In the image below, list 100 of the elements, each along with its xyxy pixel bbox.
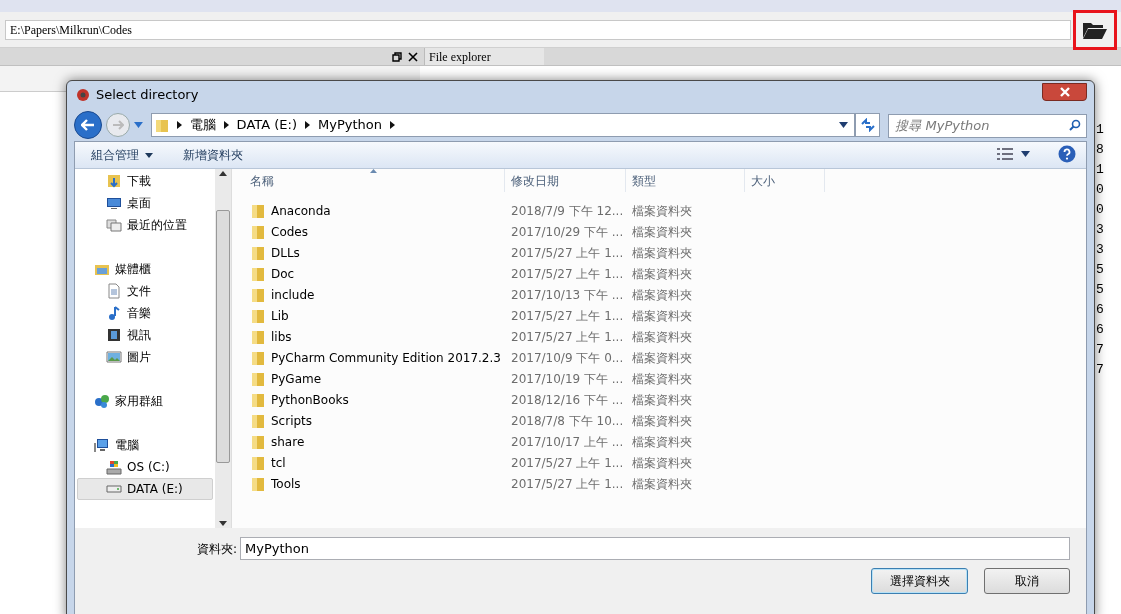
modified-date: 2017/10/19 下午 ... [510, 370, 625, 388]
scrollbar[interactable] [215, 169, 231, 528]
nav-item[interactable]: 圖片 [77, 346, 213, 368]
chevron-icon[interactable] [176, 121, 182, 129]
table-cell-text: 3 [1096, 221, 1104, 239]
file-type: 檔案資料夾 [631, 328, 693, 346]
file-type: 檔案資料夾 [631, 454, 693, 472]
close-button[interactable] [1042, 83, 1087, 101]
file-type: 檔案資料夾 [631, 433, 693, 451]
file-name[interactable]: Lib [271, 306, 289, 325]
help-icon[interactable] [1058, 145, 1076, 163]
view-list-icon[interactable] [997, 148, 1013, 160]
file-name[interactable]: tcl [271, 453, 286, 472]
breadcrumb[interactable]: MyPython [317, 115, 382, 135]
folder-icon [251, 349, 265, 366]
file-name[interactable]: PythonBooks [271, 390, 349, 409]
toolbar-button[interactable]: 組合管理 [91, 146, 153, 164]
nav-item[interactable]: 媒體櫃 [77, 258, 213, 280]
file-type: 檔案資料夾 [631, 202, 693, 220]
nav-item[interactable]: 文件 [77, 280, 213, 302]
table-cell-text: 3 [1096, 241, 1104, 259]
file-name[interactable]: Anaconda [271, 201, 331, 220]
column-header[interactable]: 類型 [626, 169, 745, 192]
file-type: 檔案資料夾 [631, 286, 693, 304]
folder-icon [251, 328, 265, 345]
file-name[interactable]: include [271, 285, 315, 304]
nav-item[interactable]: OS (C:) [77, 456, 213, 478]
folder-icon [251, 202, 265, 219]
folder-icon [251, 391, 265, 408]
file-name[interactable]: Tools [271, 474, 301, 493]
file-type: 檔案資料夾 [631, 412, 693, 430]
desktop-icon [106, 195, 122, 211]
file-name[interactable]: PyGame [271, 369, 322, 388]
folder-icon [251, 265, 265, 282]
address-bar[interactable]: 電腦 DATA (E:) MyPython [150, 113, 855, 137]
nav-item[interactable]: 桌面 [77, 192, 213, 214]
file-name[interactable]: libs [271, 327, 292, 346]
table-cell-text: 1 [1096, 121, 1104, 139]
toolbar-button[interactable]: 新增資料夾 [183, 146, 243, 164]
file-name[interactable]: Doc [271, 264, 295, 283]
column-header[interactable]: 修改日期 [505, 169, 626, 192]
file-type: 檔案資料夾 [631, 223, 693, 241]
homegroup-icon [94, 393, 110, 409]
column-header[interactable]: 大小 [745, 169, 825, 192]
video-icon [106, 327, 122, 343]
file-name[interactable]: DLLs [271, 243, 300, 262]
table-cell-text: 0 [1096, 201, 1104, 219]
dropdown-icon[interactable] [838, 122, 848, 128]
breadcrumb[interactable]: 電腦 [189, 115, 216, 135]
modified-date: 2017/5/27 上午 1... [510, 265, 625, 283]
dropdown-icon[interactable] [1021, 151, 1030, 157]
folder-icon [251, 286, 265, 303]
nav-item[interactable]: 電腦 [77, 434, 213, 456]
close-icon[interactable] [408, 51, 418, 62]
file-type: 檔案資料夾 [631, 307, 693, 325]
forward-arrow-icon [111, 120, 124, 130]
file-name[interactable]: Scripts [271, 411, 313, 430]
scroll-up-icon[interactable] [219, 171, 227, 176]
modified-date: 2018/7/8 下午 10... [510, 412, 625, 430]
breadcrumb[interactable]: DATA (E:) [236, 115, 297, 135]
pane-title[interactable]: File explorer [424, 48, 544, 65]
nav-item[interactable]: DATA (E:) [77, 478, 213, 500]
open-folder-button[interactable] [1073, 9, 1117, 50]
folder-icon [251, 307, 265, 324]
folder-label: 資料夾: [197, 540, 238, 558]
search-field[interactable]: 搜尋 MyPython [888, 113, 1087, 138]
picture-icon [106, 349, 122, 365]
folder-name-field[interactable]: MyPython [240, 537, 1070, 560]
nav-item[interactable]: 視訊 [77, 324, 213, 346]
file-name[interactable]: PyCharm Community Edition 2017.2.3 [271, 348, 501, 367]
select-folder-button[interactable]: 選擇資料夾 [871, 568, 968, 594]
nav-item[interactable]: 音樂 [77, 302, 213, 324]
nav-item[interactable]: 下載 [77, 170, 213, 192]
modified-date: 2017/10/9 下午 0... [510, 349, 625, 367]
refresh-button[interactable] [854, 113, 881, 137]
back-button[interactable] [74, 111, 102, 139]
nav-item[interactable]: 最近的位置 [77, 214, 213, 236]
folder-icon [154, 117, 169, 133]
file-name[interactable]: share [271, 432, 305, 451]
file-type: 檔案資料夾 [631, 349, 693, 367]
modified-date: 2017/5/27 上午 1... [510, 454, 625, 472]
modified-date: 2017/5/27 上午 1... [510, 244, 625, 262]
table-cell-text: 5 [1096, 281, 1104, 299]
table-cell-text: 6 [1096, 321, 1104, 339]
table-cell-text: 8 [1096, 141, 1104, 159]
scroll-down-icon[interactable] [219, 521, 227, 526]
nav-item[interactable]: 家用群組 [77, 390, 213, 412]
modified-date: 2017/5/27 上午 1... [510, 475, 625, 493]
file-name[interactable]: Codes [271, 222, 308, 241]
dialog-title: Select directory [96, 86, 199, 105]
chevron-icon[interactable] [389, 121, 395, 129]
scroll-thumb[interactable] [216, 210, 230, 463]
osdrive-icon [106, 459, 122, 475]
path-field[interactable]: E:\Papers\Milkrun\Codes [5, 19, 1071, 40]
chevron-icon[interactable] [304, 121, 310, 129]
document-icon [106, 283, 122, 299]
chevron-icon[interactable] [223, 121, 229, 129]
hard-drive-icon [106, 485, 122, 493]
cancel-button[interactable]: 取消 [984, 568, 1070, 594]
restore-icon[interactable] [392, 51, 402, 62]
